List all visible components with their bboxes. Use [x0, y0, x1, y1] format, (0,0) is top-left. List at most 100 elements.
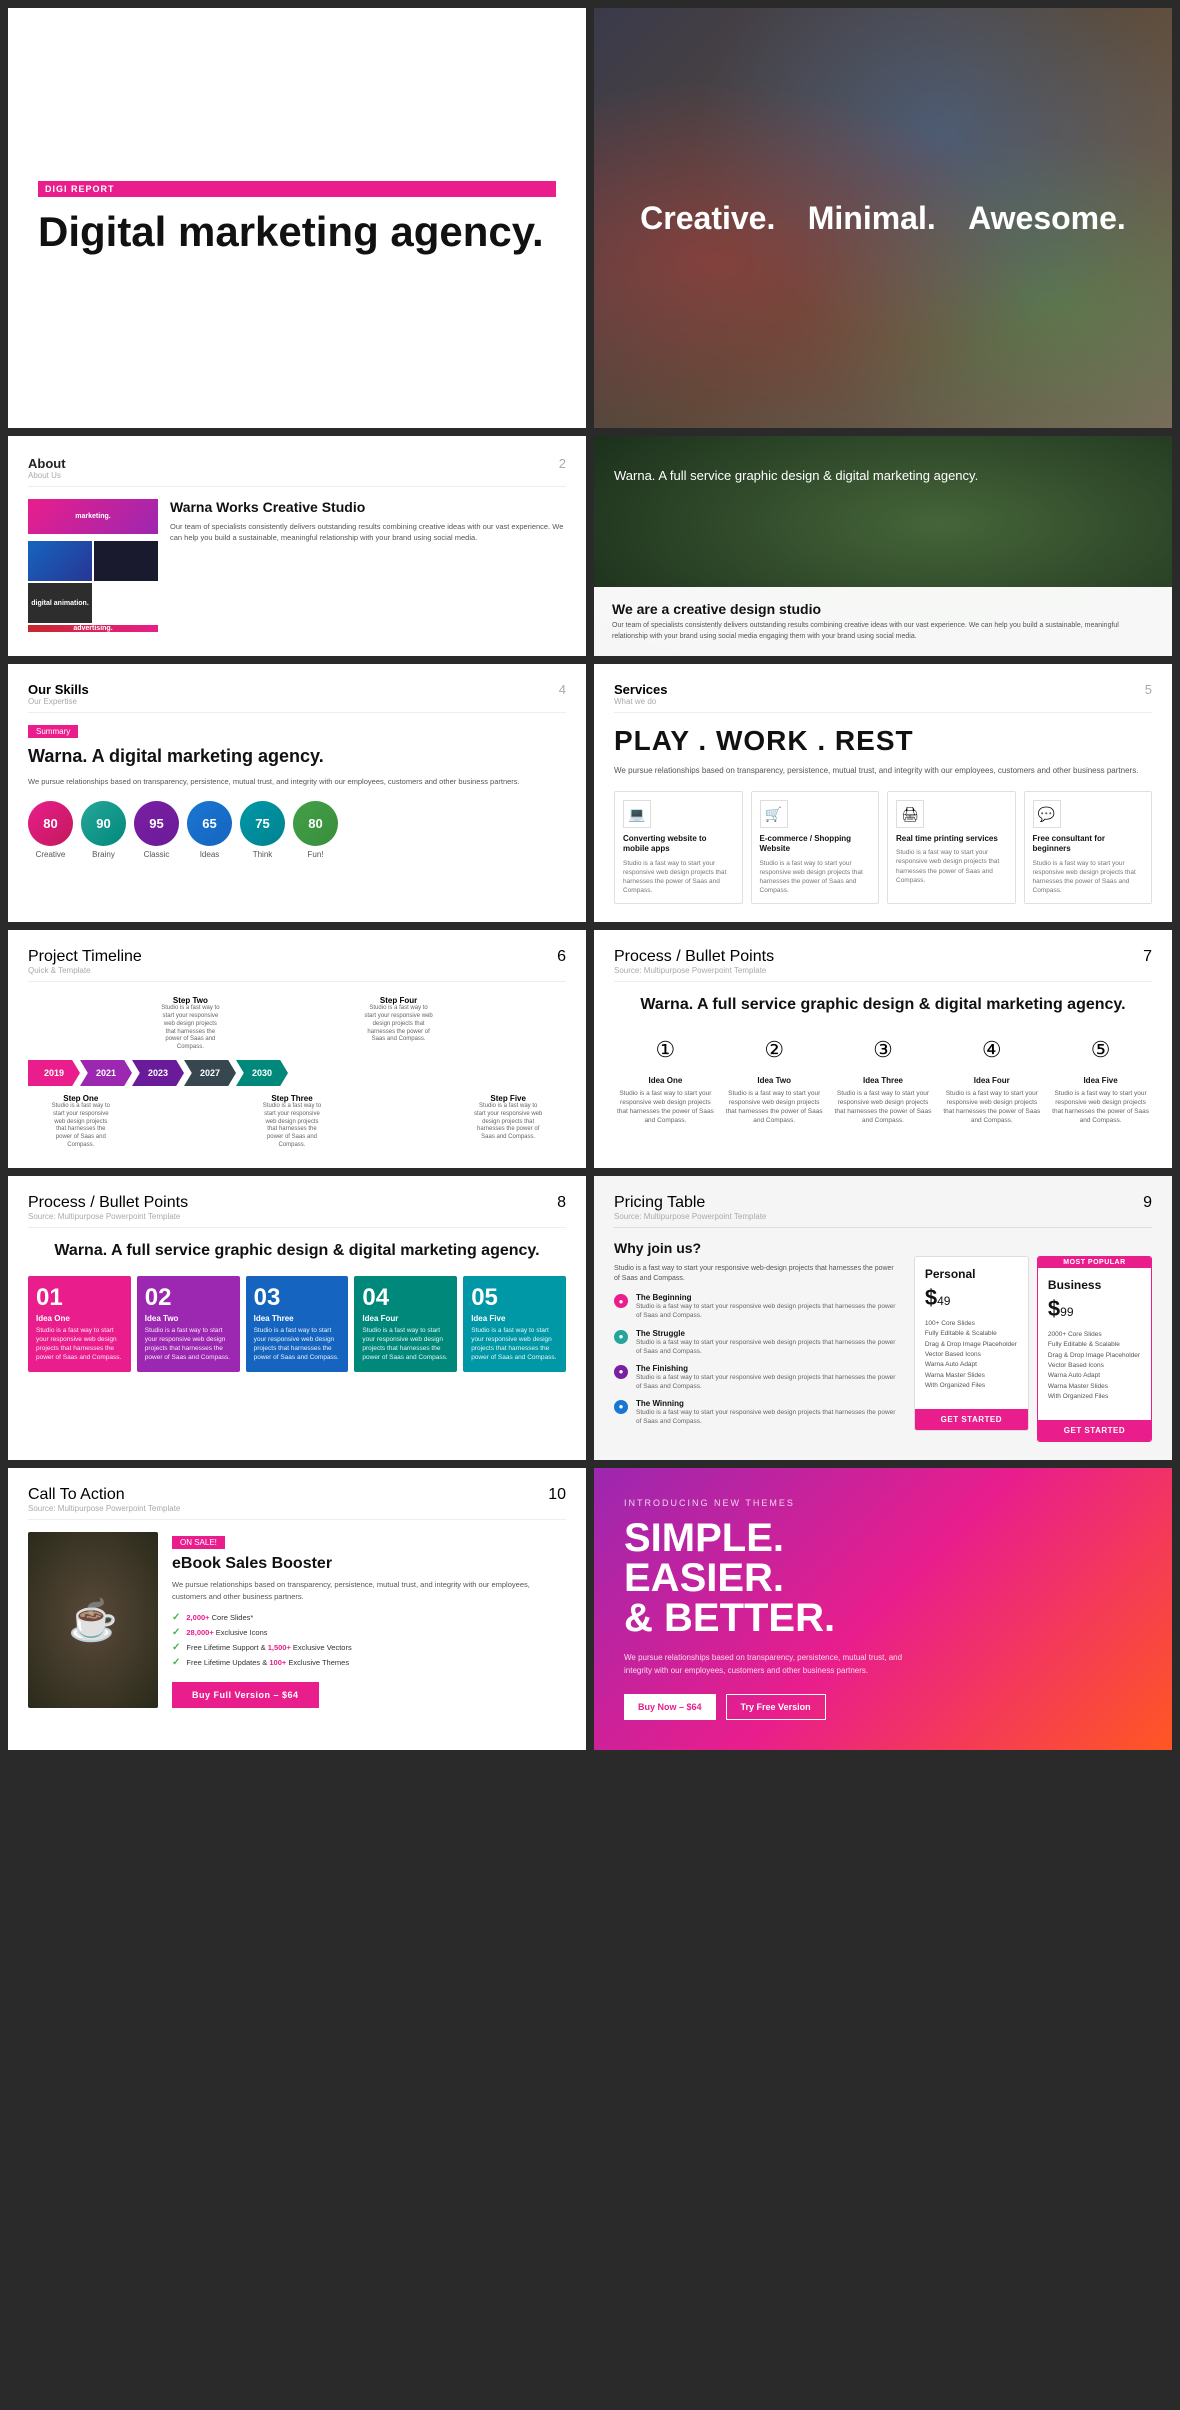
slide7-subtitle: Source: Multipurpose Powerpoint Template	[28, 1212, 188, 1221]
marketing-img: marketing.	[28, 499, 158, 534]
pricing-cards: Personal $49 100+ Core Slides Fully Edit…	[914, 1256, 1152, 1443]
stats-row: 80 Creative 90 Brainy 95 Classic 65 Idea…	[28, 801, 566, 859]
cta-feature-1: ✓ 2,000+ Core Slides*	[172, 1612, 566, 1623]
cc-01-title: Idea One	[36, 1314, 123, 1323]
slide1-heading: Digital marketing agency.	[38, 209, 556, 255]
ideas-row: ① Idea One Studio is a fast way to start…	[614, 1030, 1152, 1125]
service-4-icon: 💬	[1033, 800, 1061, 828]
slide3-subtitle: Our Expertise	[28, 697, 89, 706]
pi-desc-2: Studio is a fast way to start your respo…	[636, 1338, 900, 1356]
warna-card-title: We are a creative design studio	[612, 601, 1154, 617]
warna-bottom-card: We are a creative design studio Our team…	[594, 587, 1172, 656]
step-two-info: Step Two Studio is a fast way to start y…	[160, 996, 220, 1052]
feature-item: Vector Based Icons	[925, 1350, 1018, 1360]
slide-1-right: Creative. Minimal. Awesome.	[594, 8, 1172, 428]
slide3-num: 4	[559, 682, 566, 706]
cc-01-desc: Studio is a fast way to start your respo…	[36, 1326, 123, 1362]
simple-heading: SIMPLE. EASIER. & BETTER.	[624, 1518, 1142, 1638]
buy-full-version-button[interactable]: Buy Full Version – $64	[172, 1682, 319, 1708]
label-ideas: Ideas	[200, 850, 220, 859]
cta-feature-3: ✓ Free Lifetime Support & 1,500+ Exclusi…	[172, 1642, 566, 1653]
slide6-subtitle: Source: Multipurpose Powerpoint Template	[614, 966, 774, 975]
slide7-num: 8	[557, 1194, 566, 1221]
service-1-icon: 💻	[623, 800, 651, 828]
idea-2-icon: ②	[754, 1030, 794, 1070]
idea-3-title: Idea Three	[832, 1076, 935, 1085]
stat-classic: 95 Classic	[134, 801, 179, 859]
slide8-title: Pricing Table	[614, 1194, 766, 1212]
get-started-personal-button[interactable]: GET STARTED	[915, 1409, 1028, 1430]
feature-item: Drag & Drop Image Placeholder	[1048, 1351, 1141, 1361]
slide2-num: 2	[559, 456, 566, 471]
slide9-header: Call To Action Source: Multipurpose Powe…	[28, 1486, 566, 1520]
idea-3-desc: Studio is a fast way to start your respo…	[832, 1089, 935, 1125]
circle-fun: 80	[293, 801, 338, 846]
on-sale-badge: ON SALE!	[172, 1536, 225, 1549]
service-1: 💻 Converting website to mobile apps Stud…	[614, 791, 743, 904]
slide7-title: Process / Bullet Points	[28, 1194, 188, 1212]
slide4-subtitle: What we do	[614, 697, 668, 706]
feature-item: 100+ Core Slides	[925, 1319, 1018, 1329]
intro-label: INTRODUCING NEW THEMES	[624, 1498, 1142, 1508]
pi-desc-1: Studio is a fast way to start your respo…	[636, 1302, 900, 1320]
idea-1-title: Idea One	[614, 1076, 717, 1085]
slide-6-left: Call To Action Source: Multipurpose Powe…	[8, 1468, 586, 1750]
pricing-finishing: ● The Finishing Studio is a fast way to …	[614, 1364, 900, 1391]
tl-2027: 2027	[184, 1060, 236, 1086]
cta-feature-2: ✓ 28,000+ Exclusive Icons	[172, 1627, 566, 1638]
cc-03: 03 Idea Three Studio is a fast way to st…	[246, 1276, 349, 1372]
stat-brainy: 90 Brainy	[81, 801, 126, 859]
slide2-header: About About Us 2	[28, 456, 566, 487]
check-icon-3: ✓	[172, 1642, 180, 1653]
try-free-button[interactable]: Try Free Version	[726, 1694, 826, 1720]
label-fun: Fun!	[307, 850, 323, 859]
service-2-icon: 🛒	[760, 800, 788, 828]
slide2-subtitle: About Us	[28, 471, 66, 480]
line3: & BETTER.	[624, 1596, 835, 1640]
feature-item: Warna Master Slides	[925, 1371, 1018, 1381]
idea-4-title: Idea Four	[940, 1076, 1043, 1085]
service-3: 🖨 Real time printing services Studio is …	[887, 791, 1016, 904]
idea-5-icon: ⑤	[1081, 1030, 1121, 1070]
plan-business-inner: Business $99 2000+ Core Slides Fully Edi…	[1038, 1268, 1151, 1421]
slide-3-left: Our Skills Our Expertise 4 Summary Warna…	[8, 664, 586, 922]
pi-title-2: The Struggle	[636, 1329, 900, 1338]
tl-2019: 2019	[28, 1060, 80, 1086]
summary-badge: Summary	[28, 725, 78, 738]
stat-think: 75 Think	[240, 801, 285, 859]
pi-dot-1: ●	[614, 1294, 628, 1308]
idea-1: ① Idea One Studio is a fast way to start…	[614, 1030, 717, 1125]
pi-text-2: The Struggle Studio is a fast way to sta…	[636, 1329, 900, 1356]
pricing-content: Why join us? Studio is a fast way to sta…	[614, 1240, 1152, 1443]
slide5-title: Project Timeline	[28, 948, 142, 966]
cc-03-desc: Studio is a fast way to start your respo…	[254, 1326, 341, 1362]
line2: EASIER.	[624, 1556, 784, 1600]
buy-now-button[interactable]: Buy Now – $64	[624, 1694, 716, 1720]
service-2-title: E-commerce / Shopping Website	[760, 834, 871, 855]
service-4: 💬 Free consultant for beginners Studio i…	[1024, 791, 1153, 904]
cta-image: ☕	[28, 1532, 158, 1708]
plan-personal: Personal $49 100+ Core Slides Fully Edit…	[914, 1256, 1029, 1432]
pi-dot-3: ●	[614, 1365, 628, 1379]
stat-fun: 80 Fun!	[293, 801, 338, 859]
slide6-title: Process / Bullet Points	[614, 948, 774, 966]
pi-text-3: The Finishing Studio is a fast way to st…	[636, 1364, 900, 1391]
slide4-num: 5	[1145, 682, 1152, 706]
feature-item: With Organized Files	[1048, 1392, 1141, 1402]
service-1-desc: Studio is a fast way to start your respo…	[623, 859, 734, 895]
label-brainy: Brainy	[92, 850, 115, 859]
slide4-header: Services What we do 5	[614, 682, 1152, 713]
pi-dot-2: ●	[614, 1330, 628, 1344]
feature-text-2: 28,000+ Exclusive Icons	[186, 1628, 267, 1637]
get-started-business-button[interactable]: GET STARTED	[1038, 1420, 1151, 1441]
step-five-info: Step Five Studio is a fast way to start …	[473, 1094, 543, 1150]
about-image-grid: marketing. digital animation. advertisin…	[28, 499, 158, 632]
feature-text-1: 2,000+ Core Slides*	[186, 1613, 253, 1622]
idea-2-desc: Studio is a fast way to start your respo…	[723, 1089, 826, 1125]
feature-item: Fully Editable & Scalable	[925, 1329, 1018, 1339]
slide2-title: About	[28, 456, 66, 471]
cta-text: ON SALE! eBook Sales Booster We pursue r…	[172, 1532, 566, 1708]
idea-4-desc: Studio is a fast way to start your respo…	[940, 1089, 1043, 1125]
stat-ideas: 65 Ideas	[187, 801, 232, 859]
warna-card-desc: Our team of specialists consistently del…	[612, 621, 1154, 642]
